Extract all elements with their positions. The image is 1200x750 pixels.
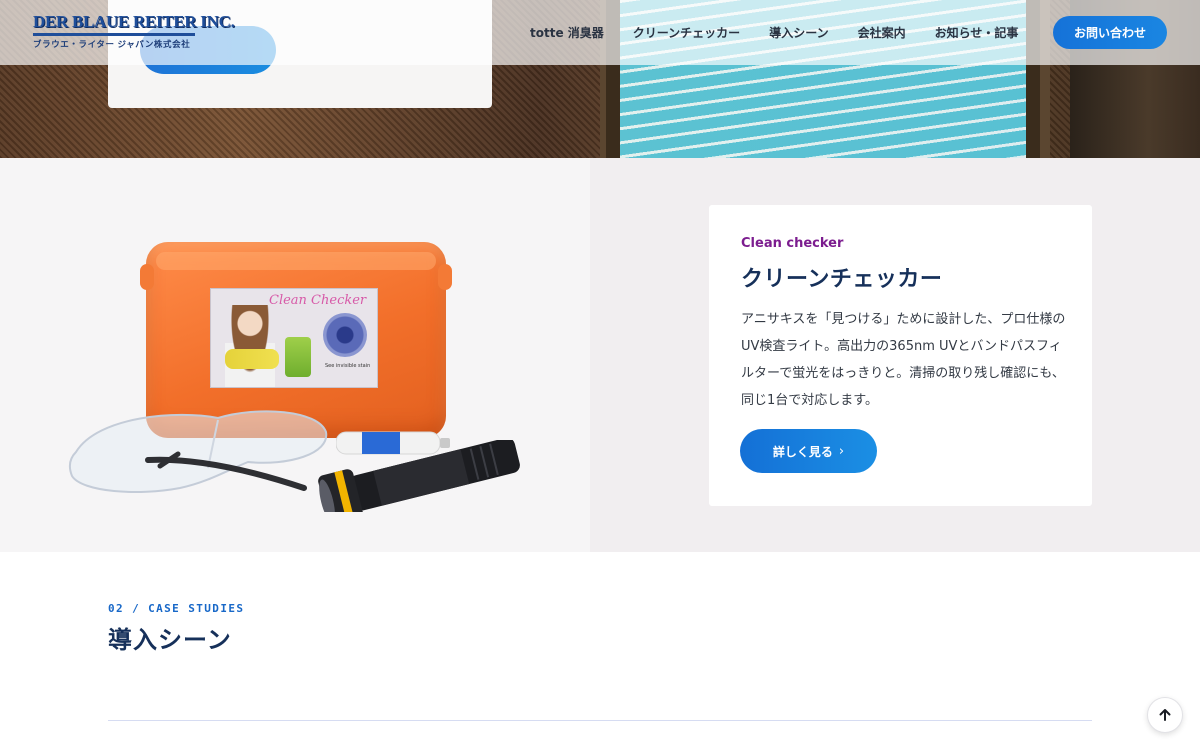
product-description: アニサキスを「見つける」ために設計した、プロ仕様のUV検査ライト。高出力の365…: [741, 312, 1066, 408]
case-label-title: Clean Checker: [269, 293, 367, 308]
uv-flashlight-image: [318, 440, 520, 512]
section-kicker: 02 / CASE STUDIES: [108, 602, 245, 615]
nav-item-clean-checker[interactable]: クリーンチェッカー: [633, 24, 740, 41]
site-header: DER BLAUE REITER INC. ブラウエ・ライター ジャパン株式会社…: [0, 0, 1200, 65]
section-divider: [108, 720, 1092, 721]
product-tag: Clean checker: [741, 236, 844, 251]
product-title: クリーンチェッカー: [741, 267, 943, 292]
company-logo[interactable]: DER BLAUE REITER INC. ブラウエ・ライター ジャパン株式会社: [33, 12, 235, 53]
nav-item-company[interactable]: 会社案内: [858, 24, 906, 41]
nav-item-news[interactable]: お知らせ・記事: [935, 24, 1019, 41]
details-button[interactable]: 詳しく見る ›: [740, 429, 877, 473]
case-label: Clean Checker See invisible stain: [210, 288, 378, 388]
chevron-right-icon: ›: [838, 443, 845, 459]
contact-button[interactable]: お問い合わせ: [1053, 16, 1167, 49]
product-info-card: Clean checker クリーンチェッカー アニサキスを「見つける」ために設…: [709, 205, 1092, 506]
logo-main-text: DER BLAUE REITER INC.: [33, 12, 235, 31]
nav-item-totte[interactable]: totte 消臭器: [530, 24, 604, 41]
scroll-to-top-button[interactable]: [1147, 697, 1183, 733]
details-button-label: 詳しく見る: [772, 444, 833, 459]
product-section: Clean Checker See invisible stain Clean …: [0, 158, 1200, 552]
logo-sub-text: ブラウエ・ライター ジャパン株式会社: [33, 39, 191, 49]
arrow-up-icon: [1159, 709, 1171, 721]
nav-item-case-studies[interactable]: 導入シーン: [769, 24, 828, 41]
main-nav: totte 消臭器 クリーンチェッカー 導入シーン 会社案内 お知らせ・記事: [530, 0, 1047, 65]
case-label-caption: See invisible stain: [325, 363, 371, 369]
product-photo: Clean Checker See invisible stain: [0, 158, 590, 552]
logo-rule: [33, 33, 195, 36]
section-title: 導入シーン: [108, 626, 232, 654]
safety-glasses-image: [68, 410, 328, 493]
